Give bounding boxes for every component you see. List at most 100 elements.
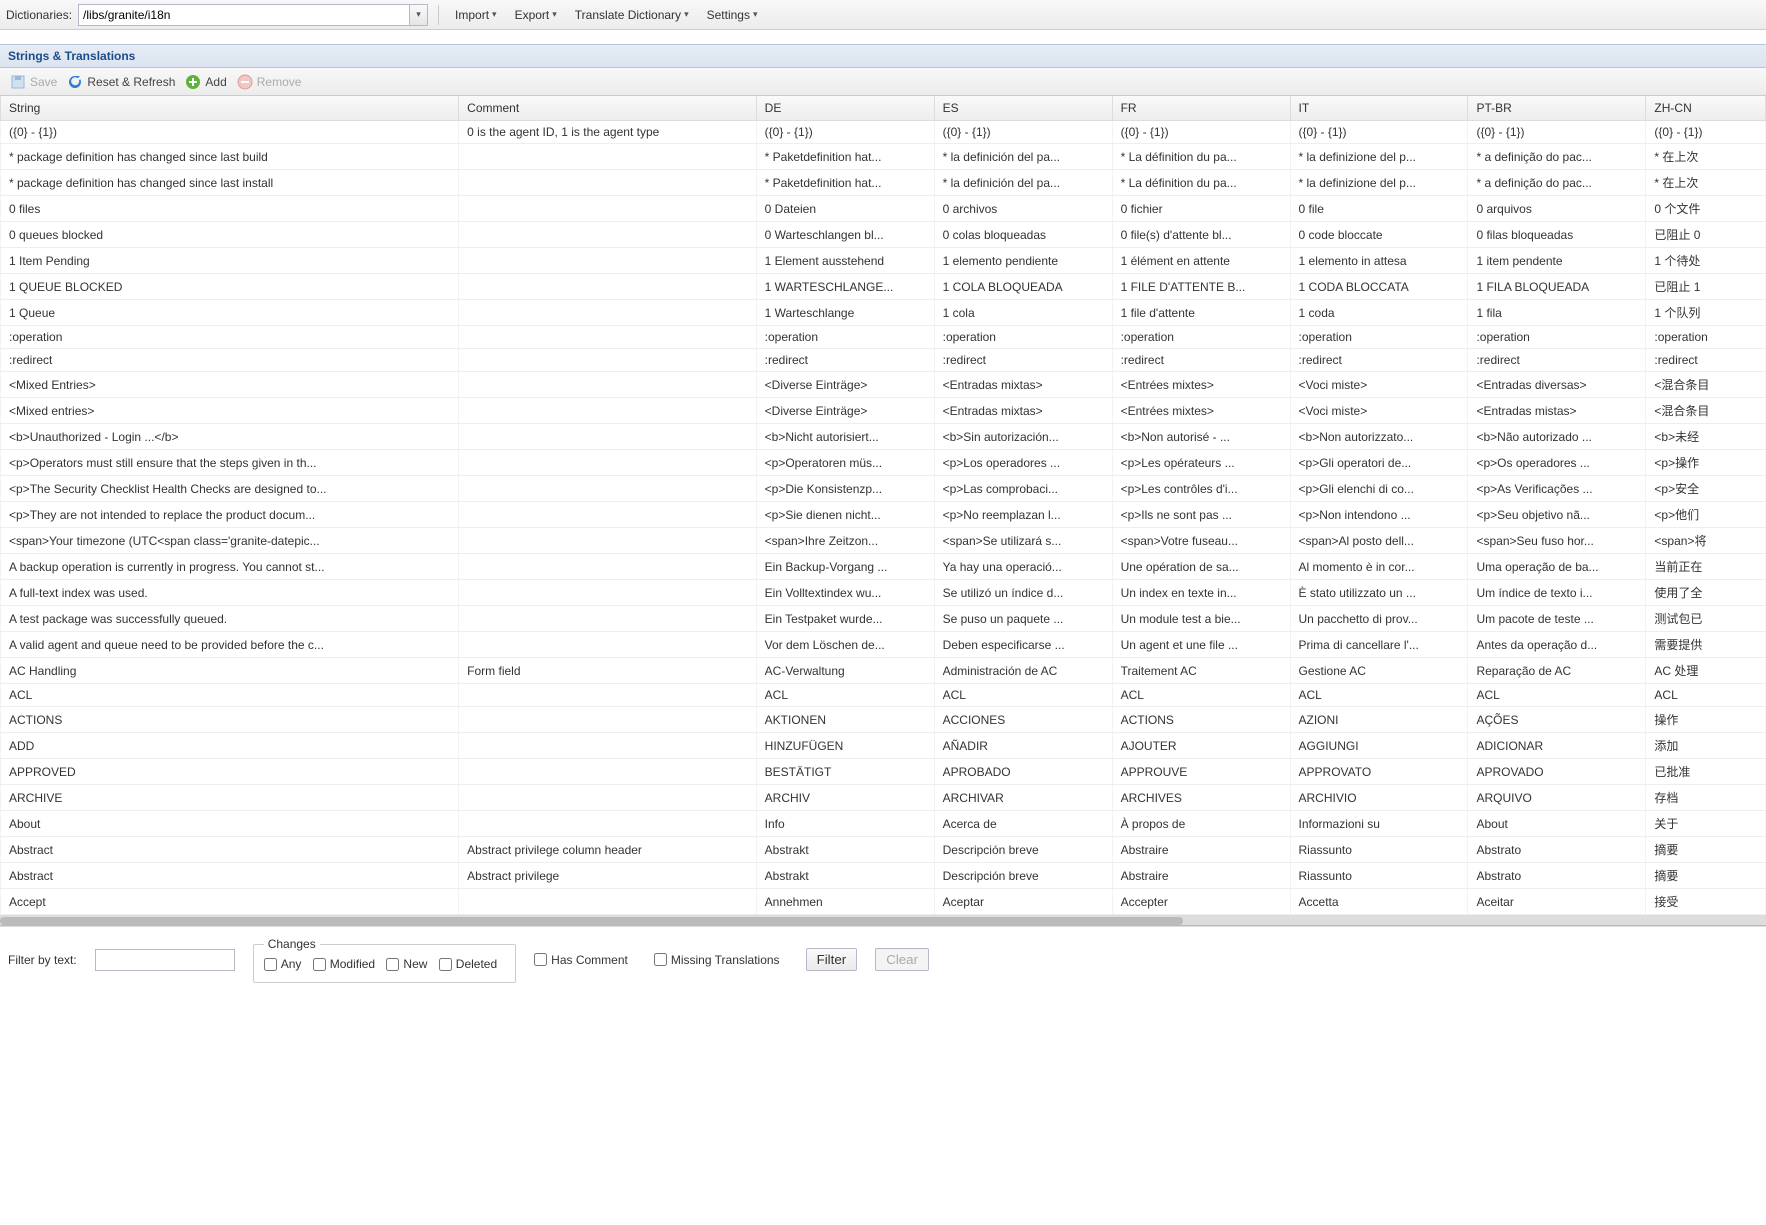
cell-fr[interactable]: ACL <box>1112 684 1290 707</box>
cell-pt[interactable]: Abstrato <box>1468 837 1646 863</box>
cell-comment[interactable] <box>459 759 756 785</box>
cell-comment[interactable] <box>459 349 756 372</box>
cell-de[interactable]: <p>Sie dienen nicht... <box>756 502 934 528</box>
cell-pt[interactable]: Abstrato <box>1468 863 1646 889</box>
cell-comment[interactable] <box>459 326 756 349</box>
cell-pt[interactable]: ARQUIVO <box>1468 785 1646 811</box>
cell-string[interactable]: ACTIONS <box>1 707 459 733</box>
cell-es[interactable]: <span>Se utilizará s... <box>934 528 1112 554</box>
cell-comment[interactable] <box>459 372 756 398</box>
dictionary-combo[interactable] <box>78 4 428 26</box>
cell-it[interactable]: <Voci miste> <box>1290 398 1468 424</box>
cell-de[interactable]: <b>Nicht autorisiert... <box>756 424 934 450</box>
cell-string[interactable]: 1 Item Pending <box>1 248 459 274</box>
cell-pt[interactable]: Reparação de AC <box>1468 658 1646 684</box>
cell-pt[interactable]: ADICIONAR <box>1468 733 1646 759</box>
cell-pt[interactable]: 0 arquivos <box>1468 196 1646 222</box>
cell-it[interactable]: <span>Al posto dell... <box>1290 528 1468 554</box>
cell-pt[interactable]: ({0} - {1}) <box>1468 121 1646 144</box>
cell-zh[interactable]: * 在上次 <box>1646 144 1766 170</box>
cell-comment[interactable] <box>459 398 756 424</box>
missing-translations-checkbox[interactable] <box>654 953 667 966</box>
cell-zh[interactable]: <p>他们 <box>1646 502 1766 528</box>
cell-pt[interactable]: :redirect <box>1468 349 1646 372</box>
cell-comment[interactable] <box>459 248 756 274</box>
cell-es[interactable]: Deben especificarse ... <box>934 632 1112 658</box>
cell-it[interactable]: Al momento è in cor... <box>1290 554 1468 580</box>
cell-it[interactable]: Accetta <box>1290 889 1468 915</box>
cell-it[interactable]: ({0} - {1}) <box>1290 121 1468 144</box>
cell-comment[interactable] <box>459 733 756 759</box>
cell-fr[interactable]: 1 file d'attente <box>1112 300 1290 326</box>
cell-it[interactable]: AGGIUNGI <box>1290 733 1468 759</box>
cell-string[interactable]: * package definition has changed since l… <box>1 144 459 170</box>
cell-fr[interactable]: :operation <box>1112 326 1290 349</box>
cell-zh[interactable]: AC 处理 <box>1646 658 1766 684</box>
cell-es[interactable]: :redirect <box>934 349 1112 372</box>
cell-zh[interactable]: <span>将 <box>1646 528 1766 554</box>
cell-es[interactable]: Descripción breve <box>934 863 1112 889</box>
cell-es[interactable]: ARCHIVAR <box>934 785 1112 811</box>
table-row[interactable]: 0 files0 Dateien0 archivos0 fichier0 fil… <box>1 196 1766 222</box>
remove-button[interactable]: Remove <box>237 74 302 90</box>
cell-es[interactable]: <Entradas mixtas> <box>934 372 1112 398</box>
cell-de[interactable]: Abstrakt <box>756 837 934 863</box>
table-row[interactable]: A full-text index was used.Ein Volltexti… <box>1 580 1766 606</box>
cell-comment[interactable] <box>459 707 756 733</box>
cell-comment[interactable] <box>459 476 756 502</box>
col-es[interactable]: ES <box>934 96 1112 121</box>
cell-comment[interactable] <box>459 144 756 170</box>
cell-de[interactable]: Annehmen <box>756 889 934 915</box>
cell-es[interactable]: APROBADO <box>934 759 1112 785</box>
cell-es[interactable]: :operation <box>934 326 1112 349</box>
cell-es[interactable]: Ya hay una operació... <box>934 554 1112 580</box>
cell-it[interactable]: 1 coda <box>1290 300 1468 326</box>
cell-string[interactable]: Abstract <box>1 863 459 889</box>
cell-de[interactable]: 0 Dateien <box>756 196 934 222</box>
cell-it[interactable]: Prima di cancellare l'... <box>1290 632 1468 658</box>
cell-zh[interactable]: 操作 <box>1646 707 1766 733</box>
cell-pt[interactable]: Aceitar <box>1468 889 1646 915</box>
cell-de[interactable]: 1 Element ausstehend <box>756 248 934 274</box>
cell-comment[interactable] <box>459 222 756 248</box>
changes-modified-checkbox[interactable] <box>313 958 326 971</box>
cell-es[interactable]: Se utilizó un índice d... <box>934 580 1112 606</box>
cell-pt[interactable]: ACL <box>1468 684 1646 707</box>
cell-pt[interactable]: Um pacote de teste ... <box>1468 606 1646 632</box>
cell-de[interactable]: 1 Warteschlange <box>756 300 934 326</box>
cell-es[interactable]: Acerca de <box>934 811 1112 837</box>
cell-string[interactable]: 1 Queue <box>1 300 459 326</box>
cell-es[interactable]: ACL <box>934 684 1112 707</box>
cell-comment[interactable] <box>459 528 756 554</box>
cell-es[interactable]: ({0} - {1}) <box>934 121 1112 144</box>
cell-de[interactable]: 1 WARTESCHLANGE... <box>756 274 934 300</box>
cell-fr[interactable]: <span>Votre fuseau... <box>1112 528 1290 554</box>
cell-zh[interactable]: ({0} - {1}) <box>1646 121 1766 144</box>
cell-fr[interactable]: Un agent et une file ... <box>1112 632 1290 658</box>
cell-zh[interactable]: <p>安全 <box>1646 476 1766 502</box>
cell-fr[interactable]: APPROUVE <box>1112 759 1290 785</box>
cell-es[interactable]: AÑADIR <box>934 733 1112 759</box>
table-row[interactable]: ARCHIVEARCHIVARCHIVARARCHIVESARCHIVIOARQ… <box>1 785 1766 811</box>
cell-de[interactable]: Ein Volltextindex wu... <box>756 580 934 606</box>
cell-pt[interactable]: Uma operação de ba... <box>1468 554 1646 580</box>
cell-it[interactable]: ARCHIVIO <box>1290 785 1468 811</box>
cell-es[interactable]: * la definición del pa... <box>934 170 1112 196</box>
cell-string[interactable]: About <box>1 811 459 837</box>
col-zh[interactable]: ZH-CN <box>1646 96 1766 121</box>
table-row[interactable]: ACTIONSAKTIONENACCIONESACTIONSAZIONIAÇÕE… <box>1 707 1766 733</box>
cell-fr[interactable]: Accepter <box>1112 889 1290 915</box>
cell-fr[interactable]: * La définition du pa... <box>1112 144 1290 170</box>
cell-string[interactable]: APPROVED <box>1 759 459 785</box>
cell-pt[interactable]: * a definição do pac... <box>1468 170 1646 196</box>
cell-es[interactable]: 1 cola <box>934 300 1112 326</box>
filter-button[interactable]: Filter <box>806 948 858 971</box>
cell-pt[interactable]: 1 FILA BLOQUEADA <box>1468 274 1646 300</box>
cell-fr[interactable]: Abstraire <box>1112 837 1290 863</box>
col-de[interactable]: DE <box>756 96 934 121</box>
cell-pt[interactable]: <Entradas diversas> <box>1468 372 1646 398</box>
cell-de[interactable]: AKTIONEN <box>756 707 934 733</box>
cell-zh[interactable]: 1 个待处 <box>1646 248 1766 274</box>
cell-string[interactable]: Accept <box>1 889 459 915</box>
cell-string[interactable]: 1 QUEUE BLOCKED <box>1 274 459 300</box>
